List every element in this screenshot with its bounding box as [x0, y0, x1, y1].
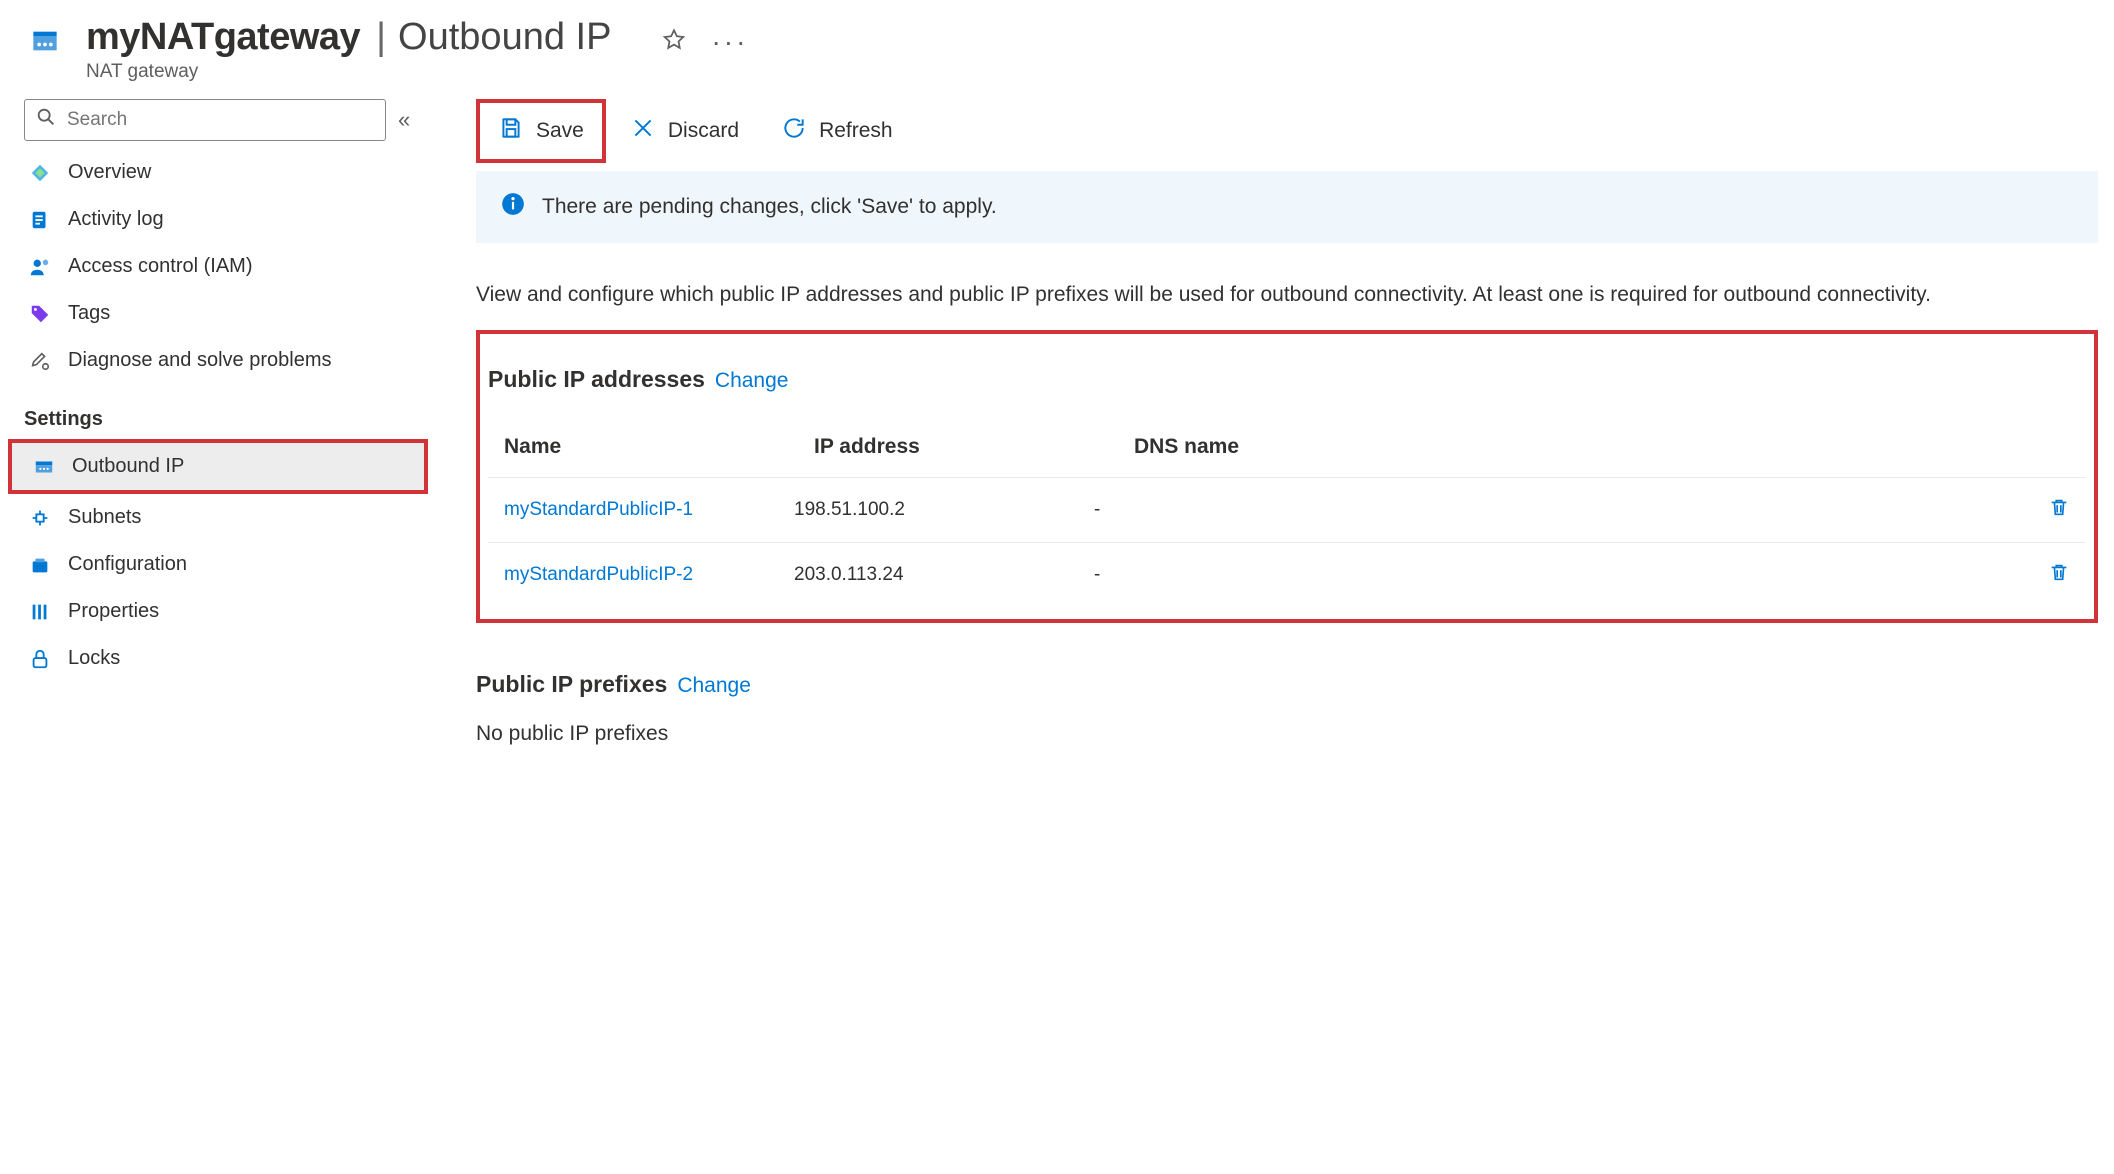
- info-banner: There are pending changes, click 'Save' …: [476, 171, 2098, 243]
- diagnose-icon: [28, 350, 52, 372]
- sidebar-search[interactable]: [24, 99, 386, 141]
- public-ip-section: Public IP addresses Change Name IP addre…: [476, 330, 2098, 623]
- sidebar-item-subnets[interactable]: Subnets: [24, 494, 440, 541]
- col-name: Name: [504, 435, 794, 459]
- ip-address: 198.51.100.2: [794, 499, 1094, 521]
- resource-type-subtitle: NAT gateway: [86, 61, 748, 83]
- prefixes-title: Public IP prefixes: [476, 671, 667, 698]
- sidebar-item-iam[interactable]: Access control (IAM): [24, 243, 440, 290]
- sidebar-item-overview[interactable]: Overview: [24, 149, 440, 196]
- ip-dns: -: [1094, 564, 2030, 586]
- search-input[interactable]: [67, 109, 375, 131]
- ip-name-link[interactable]: myStandardPublicIP-2: [504, 564, 794, 586]
- overview-icon: [28, 162, 52, 184]
- sidebar-item-locks[interactable]: Locks: [24, 635, 440, 682]
- sidebar-item-activity-log[interactable]: Activity log: [24, 196, 440, 243]
- col-dns: DNS name: [1134, 435, 2010, 459]
- sidebar-header-settings: Settings: [24, 384, 440, 439]
- ip-dns: -: [1094, 499, 2030, 521]
- col-ip: IP address: [814, 435, 1114, 459]
- page-header: myNATgateway | Outbound IP ··· NAT gatew…: [0, 0, 2114, 91]
- sidebar-item-label: Subnets: [68, 506, 141, 529]
- subnets-icon: [28, 507, 52, 529]
- sidebar-item-label: Activity log: [68, 208, 164, 231]
- toolbar: Save Discard Refresh: [476, 99, 2098, 163]
- more-button[interactable]: ···: [711, 28, 748, 56]
- activity-log-icon: [28, 209, 52, 231]
- sidebar-item-configuration[interactable]: Configuration: [24, 541, 440, 588]
- discard-label: Discard: [668, 119, 739, 143]
- locks-icon: [28, 648, 52, 670]
- sidebar-item-tags[interactable]: Tags: [24, 290, 440, 337]
- iam-icon: [28, 256, 52, 278]
- info-text: There are pending changes, click 'Save' …: [542, 195, 997, 219]
- public-ip-prefixes-section: Public IP prefixes Change No public IP p…: [476, 671, 2098, 746]
- save-icon: [498, 115, 524, 147]
- nat-gateway-icon: [24, 20, 66, 62]
- table-row: myStandardPublicIP-1 198.51.100.2 -: [488, 477, 2086, 542]
- sidebar-item-label: Access control (IAM): [68, 255, 252, 278]
- prefixes-empty-text: No public IP prefixes: [476, 722, 2098, 746]
- title-separator: |: [376, 16, 386, 59]
- refresh-label: Refresh: [819, 119, 893, 143]
- sidebar-item-diagnose[interactable]: Diagnose and solve problems: [24, 337, 440, 384]
- favorite-button[interactable]: [661, 27, 687, 56]
- delete-ip-button[interactable]: [2048, 496, 2070, 521]
- sidebar-item-label: Overview: [68, 161, 151, 184]
- sidebar-item-label: Configuration: [68, 553, 187, 576]
- save-button[interactable]: Save: [480, 103, 602, 159]
- public-ip-title: Public IP addresses: [488, 366, 705, 393]
- table-header-row: Name IP address DNS name: [488, 417, 2086, 477]
- page-title-main: myNATgateway: [86, 16, 360, 59]
- save-label: Save: [536, 119, 584, 143]
- discard-icon: [630, 115, 656, 147]
- properties-icon: [28, 601, 52, 623]
- public-ip-change-link[interactable]: Change: [715, 369, 789, 393]
- sidebar-item-label: Tags: [68, 302, 110, 325]
- collapse-sidebar-button[interactable]: «: [398, 107, 410, 133]
- refresh-icon: [781, 115, 807, 147]
- info-icon: [500, 191, 526, 223]
- page-title-section: Outbound IP: [398, 16, 611, 59]
- tags-icon: [28, 303, 52, 325]
- sidebar-item-label: Diagnose and solve problems: [68, 349, 332, 372]
- sidebar-item-label: Locks: [68, 647, 120, 670]
- configuration-icon: [28, 554, 52, 576]
- refresh-button[interactable]: Refresh: [763, 103, 911, 159]
- sidebar-item-outbound-ip[interactable]: Outbound IP: [12, 443, 424, 490]
- discard-button[interactable]: Discard: [612, 103, 757, 159]
- description-text: View and configure which public IP addre…: [476, 279, 1956, 312]
- outbound-ip-icon: [32, 456, 56, 478]
- prefixes-change-link[interactable]: Change: [677, 674, 751, 698]
- search-icon: [35, 106, 57, 134]
- public-ip-table: Name IP address DNS name myStandardPubli…: [488, 417, 2086, 607]
- table-row: myStandardPublicIP-2 203.0.113.24 -: [488, 542, 2086, 607]
- main-content: Save Discard Refresh: [440, 91, 2114, 1174]
- sidebar-item-properties[interactable]: Properties: [24, 588, 440, 635]
- delete-ip-button[interactable]: [2048, 561, 2070, 586]
- sidebar-item-label: Outbound IP: [72, 455, 184, 478]
- ip-name-link[interactable]: myStandardPublicIP-1: [504, 499, 794, 521]
- ip-address: 203.0.113.24: [794, 564, 1094, 586]
- sidebar: « Overview Activity log Access control: [0, 91, 440, 1174]
- sidebar-item-label: Properties: [68, 600, 159, 623]
